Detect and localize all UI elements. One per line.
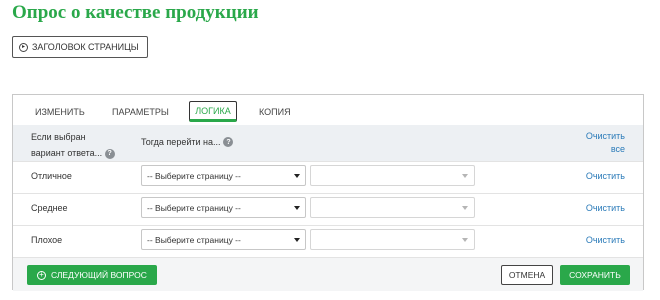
page-select[interactable]: -- Выберите страницу --	[141, 229, 306, 250]
answer-label: Среднее	[31, 203, 68, 213]
tab-parameters[interactable]: ПАРАМЕТРЫ	[112, 103, 169, 121]
chevron-down-icon	[462, 238, 468, 242]
panel-footer: + СЛЕДУЮЩИЙ ВОПРОС ОТМЕНА СОХРАНИТЬ	[13, 257, 643, 291]
page-header-button-label: ЗАГОЛОВОК СТРАНИЦЫ	[32, 42, 139, 52]
clear-all-link[interactable]: Очистить все	[581, 130, 625, 156]
question-select[interactable]	[310, 197, 475, 218]
save-button[interactable]: СОХРАНИТЬ	[560, 265, 630, 285]
page-select-value: -- Выберите страницу --	[147, 234, 241, 245]
page-select-value: -- Выберите страницу --	[147, 202, 241, 213]
clear-link[interactable]: Очистить	[586, 235, 625, 245]
clear-link[interactable]: Очистить	[586, 171, 625, 181]
logic-row: Отличное -- Выберите страницу -- Очистит…	[13, 161, 643, 191]
chevron-down-icon	[294, 174, 300, 178]
page-select[interactable]: -- Выберите страницу --	[141, 197, 306, 218]
question-select[interactable]	[310, 165, 475, 186]
plus-circle-icon: +	[37, 270, 46, 280]
logic-table-header: Если выбран вариант ответа... ? Тогда пе…	[13, 125, 643, 161]
then-go-to-label: Тогда перейти на...	[141, 137, 221, 147]
tab-bar: ИЗМЕНИТЬ ПАРАМЕТРЫ ЛОГИКА КОПИЯ	[13, 95, 643, 125]
tab-edit[interactable]: ИЗМЕНИТЬ	[35, 103, 85, 121]
tab-logic[interactable]: ЛОГИКА	[189, 101, 237, 122]
chevron-down-icon	[462, 174, 468, 178]
chevron-down-icon	[462, 206, 468, 210]
if-selected-line2: вариант ответа...	[31, 148, 103, 158]
help-icon[interactable]: ?	[223, 137, 234, 147]
clear-all-line2: все	[610, 144, 625, 154]
clear-link[interactable]: Очистить	[586, 203, 625, 213]
chevron-down-icon	[294, 238, 300, 242]
logic-row: Плохое -- Выберите страницу -- Очистить	[13, 225, 643, 255]
cancel-button[interactable]: ОТМЕНА	[501, 265, 553, 285]
if-selected-header: Если выбран вариант ответа... ?	[31, 129, 131, 161]
tab-copy[interactable]: КОПИЯ	[259, 103, 291, 121]
then-go-to-header: Тогда перейти на... ?	[141, 137, 234, 147]
answer-label: Плохое	[31, 235, 63, 245]
answer-label: Отличное	[31, 171, 72, 181]
question-logic-panel: ИЗМЕНИТЬ ПАРАМЕТРЫ ЛОГИКА КОПИЯ Если выб…	[12, 94, 644, 291]
chevron-down-icon	[294, 206, 300, 210]
question-select[interactable]	[310, 229, 475, 250]
page-header-button[interactable]: ▸ ЗАГОЛОВОК СТРАНИЦЫ	[12, 36, 148, 58]
next-question-button[interactable]: + СЛЕДУЮЩИЙ ВОПРОС	[27, 265, 157, 285]
if-selected-line1: Если выбран	[31, 132, 86, 142]
logic-row: Среднее -- Выберите страницу -- Очистить	[13, 193, 643, 223]
page-select-value: -- Выберите страницу --	[147, 170, 241, 181]
clear-all-line1: Очистить	[585, 131, 625, 141]
help-icon[interactable]: ?	[104, 148, 115, 159]
survey-title: Опрос о качестве продукции	[12, 2, 259, 23]
circle-arrow-icon: ▸	[19, 42, 28, 52]
next-question-label: СЛЕДУЮЩИЙ ВОПРОС	[51, 270, 147, 280]
page-select[interactable]: -- Выберите страницу --	[141, 165, 306, 186]
